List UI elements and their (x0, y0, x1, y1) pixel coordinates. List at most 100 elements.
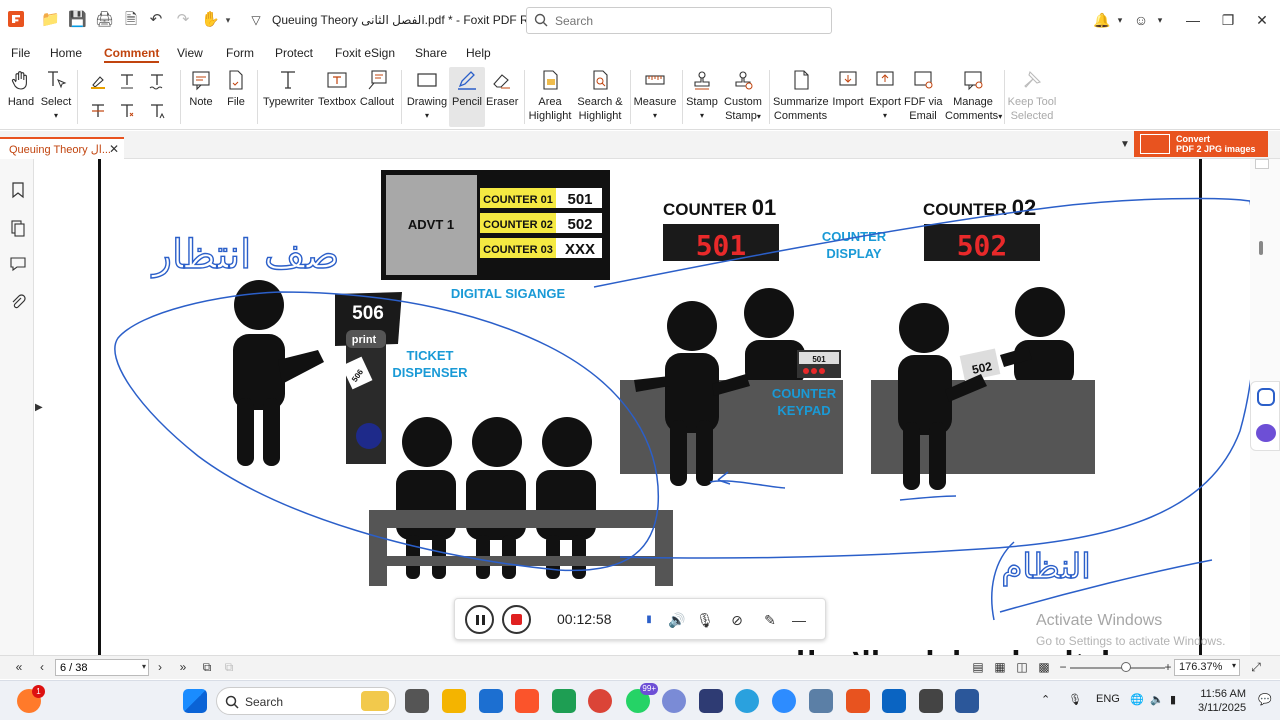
whatsapp-icon[interactable]: 99+ (626, 683, 658, 713)
r-app-icon[interactable] (662, 689, 686, 713)
close-tab-icon[interactable]: ✕ (109, 142, 119, 156)
facing-page-icon[interactable]: ◫ (1014, 659, 1030, 675)
export-dropdown-icon[interactable]: ▾ (868, 109, 902, 123)
pen-annotate-icon[interactable]: ✎ (760, 610, 780, 630)
account-icon[interactable]: ☺ (1131, 10, 1151, 30)
open-folder-icon[interactable]: 📁 (41, 11, 60, 29)
menu-form[interactable]: Form (226, 46, 254, 60)
app-notification-icon[interactable]: 1 (17, 685, 45, 713)
summarize-comments-button[interactable]: Summarize Comments (773, 67, 829, 127)
strikeout-text-icon[interactable] (89, 102, 107, 120)
eraser-button[interactable]: Eraser (486, 67, 518, 127)
zoom-slider-thumb[interactable] (1121, 662, 1131, 672)
battery-icon[interactable]: ▮ (1170, 693, 1176, 706)
last-page-icon[interactable]: » (175, 659, 191, 675)
import-button[interactable]: Import (830, 67, 866, 127)
foxit-reader-taskbar-icon[interactable] (846, 689, 870, 713)
expand-panel-icon[interactable]: ▶ (35, 402, 43, 413)
stamp-dropdown-icon[interactable]: ▾ (686, 109, 718, 123)
fdf-via-email-button[interactable]: FDF via Email (904, 67, 943, 127)
zoom-dropdown-icon[interactable]: ▾ (1232, 661, 1236, 670)
vertical-scrollbar[interactable] (1250, 159, 1280, 655)
tray-expand-icon[interactable]: ⌃ (1041, 693, 1050, 706)
minimize-recorder-icon[interactable]: — (789, 610, 809, 630)
fullscreen-icon[interactable]: ⤢ (1248, 659, 1264, 675)
minimize-button[interactable]: — (1183, 10, 1203, 30)
underline-text-icon[interactable] (118, 72, 136, 90)
previous-page-icon[interactable]: ‹ (34, 659, 50, 675)
highlight-icon[interactable] (89, 72, 107, 90)
close-button[interactable]: ✕ (1252, 10, 1272, 30)
speaker-icon[interactable]: 🔊 (667, 610, 687, 630)
print-icon[interactable]: 🖨 (95, 11, 114, 29)
ai-summary-icon[interactable] (1256, 424, 1276, 442)
language-indicator[interactable]: ENG (1096, 693, 1120, 705)
custom-stamp-button[interactable]: Custom Stamp▾ (722, 67, 764, 127)
network-icon[interactable]: 🌐 (1130, 693, 1144, 706)
microphone-tray-icon[interactable]: 🎙 (1068, 693, 1082, 706)
measure-dropdown-icon[interactable]: ▾ (633, 109, 677, 123)
stop-recording-button[interactable] (502, 605, 531, 634)
zoom-slider[interactable] (1070, 667, 1165, 669)
keep-tool-selected-button[interactable]: Keep Tool Selected (1006, 67, 1058, 127)
undo-icon[interactable]: ↶ (147, 11, 165, 29)
custom-stamp-dropdown-icon[interactable]: ▾ (757, 112, 761, 121)
taskbar-search[interactable]: Search (216, 687, 396, 715)
pencil-button[interactable]: Pencil (449, 67, 485, 127)
export-button[interactable]: Export ▾ (868, 67, 902, 127)
continuous-facing-icon[interactable]: ▩ (1036, 659, 1052, 675)
measure-button[interactable]: Measure ▾ (633, 67, 677, 127)
bell-icon[interactable]: 🔔 (1092, 10, 1112, 30)
word-icon[interactable] (955, 689, 979, 713)
properties-icon[interactable]: 🗎 (122, 11, 140, 29)
media-app-icon[interactable] (919, 689, 943, 713)
replace-text-icon[interactable] (118, 102, 136, 120)
callout-button[interactable]: Callout (359, 67, 395, 127)
scroll-up-button[interactable] (1255, 159, 1269, 169)
attachment-icon[interactable] (9, 293, 27, 311)
webcam-off-icon[interactable]: ⊘ (727, 610, 747, 630)
microphone-icon[interactable]: 🎙 (695, 610, 715, 630)
stamp-button[interactable]: Stamp ▾ (686, 67, 718, 127)
drawing-button[interactable]: Drawing ▾ (406, 67, 448, 127)
menu-help[interactable]: Help (466, 46, 491, 60)
drawing-dropdown-icon[interactable]: ▾ (406, 109, 448, 123)
brave-browser-icon[interactable] (515, 689, 539, 713)
next-page-icon[interactable]: › (152, 659, 168, 675)
page-dropdown-icon[interactable]: ▾ (136, 659, 152, 675)
previous-view-icon[interactable]: ⧉ (199, 659, 215, 675)
menu-share[interactable]: Share (415, 46, 447, 60)
notification-center-icon[interactable]: 💬 (1258, 693, 1272, 706)
bell-dropdown-icon[interactable]: ▾ (1110, 10, 1130, 30)
outlook-icon[interactable] (882, 689, 906, 713)
zoom-level-select[interactable]: 176.37% ▾ (1174, 659, 1240, 676)
scrollbar-thumb[interactable] (1259, 241, 1263, 255)
task-view-icon[interactable] (405, 689, 429, 713)
convert-ad-banner[interactable]: Convert PDF 2 JPG images (1134, 131, 1268, 157)
chrome-icon[interactable] (588, 689, 612, 713)
textbox-button[interactable]: Textbox (317, 67, 357, 127)
ai-chat-icon[interactable] (1257, 388, 1275, 406)
page-number-input[interactable] (55, 659, 149, 676)
account-dropdown-icon[interactable]: ▾ (1150, 10, 1170, 30)
single-page-icon[interactable]: ▤ (970, 659, 986, 675)
search-input[interactable] (555, 12, 825, 29)
insert-text-icon[interactable] (148, 102, 166, 120)
manage-comments-dropdown-icon[interactable]: ▾ (998, 112, 1002, 121)
zoom-out-icon[interactable]: − (1055, 659, 1071, 675)
store-icon[interactable] (479, 689, 503, 713)
search-box[interactable] (526, 7, 832, 34)
first-page-icon[interactable]: « (11, 659, 27, 675)
pages-icon[interactable] (9, 219, 27, 237)
menu-protect[interactable]: Protect (275, 46, 313, 60)
pdf-page-view[interactable]: ADVT 1 COUNTER 01 501 COUNTER 02 502 COU… (50, 159, 1250, 655)
document-tab[interactable]: Queuing Theory ال... ✕ (0, 137, 124, 159)
file-explorer-icon[interactable] (442, 689, 466, 713)
pause-recording-button[interactable] (465, 605, 494, 634)
select-dropdown-icon[interactable]: ▾ (40, 109, 72, 123)
quick-access-dropdown-icon[interactable]: ▾ (219, 11, 237, 29)
zoom-icon[interactable] (772, 689, 796, 713)
menu-file[interactable]: File (11, 46, 30, 60)
menu-home[interactable]: Home (50, 46, 82, 60)
squiggly-text-icon[interactable] (148, 72, 166, 90)
